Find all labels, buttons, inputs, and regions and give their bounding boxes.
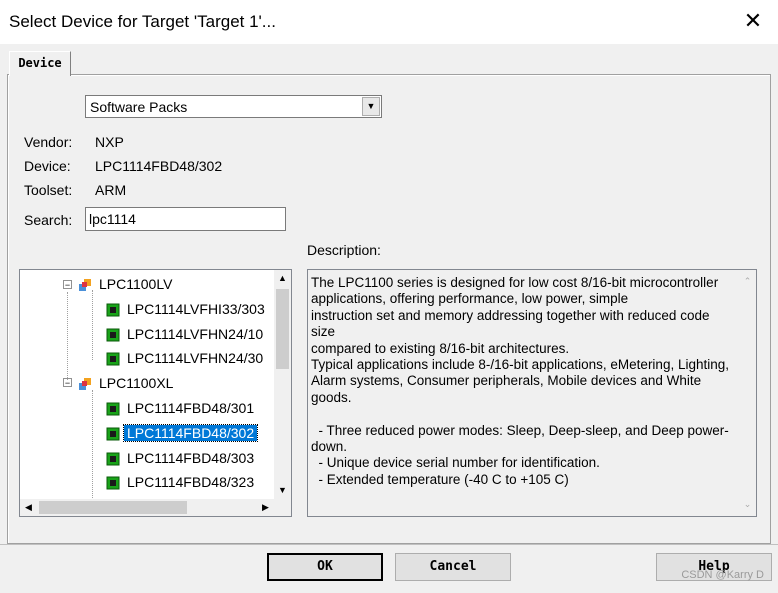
toolset-label: Toolset: bbox=[24, 182, 73, 198]
tree-item[interactable]: LPC1114FBD48/301 bbox=[106, 397, 257, 419]
vendor-value: NXP bbox=[95, 134, 124, 150]
tree-item-label: LPC1114FBD48/323 bbox=[127, 474, 255, 490]
close-icon[interactable]: ✕ bbox=[740, 8, 766, 34]
search-label: Search: bbox=[24, 212, 73, 228]
scroll-up-icon[interactable]: ▲ bbox=[274, 270, 291, 287]
tree-item-label: LPC1114LVFHI33/303 bbox=[127, 301, 265, 317]
chip-icon bbox=[106, 328, 120, 342]
tree-item[interactable]: LPC1114LVFHI33/303 bbox=[106, 298, 268, 320]
watermark: CSDN @Karry D bbox=[681, 569, 764, 581]
collapse-icon[interactable]: − bbox=[63, 280, 72, 290]
search-input[interactable]: lpc1114 bbox=[85, 207, 286, 231]
tree-line bbox=[92, 390, 94, 500]
chip-icon bbox=[106, 352, 120, 366]
description-scrollbar[interactable]: ⌃ ⌄ bbox=[739, 270, 756, 516]
device-family-icon bbox=[79, 279, 91, 292]
tree-vertical-scrollbar[interactable]: ▲ ▼ bbox=[274, 270, 291, 499]
tree-item[interactable]: LPC1114FBD48/303 bbox=[106, 447, 257, 469]
tree-item-label: LPC1114FBD48/302 bbox=[122, 424, 259, 442]
device-tree[interactable]: − LPC1100LV LPC1114LVFHI33/303 LPC1114LV… bbox=[19, 269, 292, 517]
divider bbox=[0, 544, 778, 545]
scroll-down-icon[interactable]: ▼ bbox=[274, 482, 291, 499]
chip-icon bbox=[106, 476, 120, 490]
tree-line bbox=[67, 292, 69, 380]
chevron-up-icon[interactable]: ⌃ bbox=[739, 273, 756, 290]
tree-group-label: LPC1100XL bbox=[99, 375, 174, 391]
device-family-icon bbox=[79, 378, 91, 391]
title-bar: Select Device for Target 'Target 1'... ✕ bbox=[0, 0, 778, 44]
device-value: LPC1114FBD48/302 bbox=[95, 158, 223, 174]
tree-item[interactable]: LPC1114FBD48/323 bbox=[106, 471, 257, 493]
tree-item[interactable]: LPC1114LVFHN24/10 bbox=[106, 323, 266, 345]
tree-item[interactable]: LPC1114LVFHN24/30 bbox=[106, 347, 266, 369]
description-text: The LPC1100 series is designed for low c… bbox=[311, 275, 729, 487]
chevron-down-icon[interactable]: ▼ bbox=[362, 97, 380, 116]
tree-horizontal-scrollbar[interactable]: ◀ ▶ bbox=[20, 499, 274, 516]
tree-group-label: LPC1100LV bbox=[99, 276, 173, 292]
chip-icon bbox=[106, 452, 120, 466]
pack-select-value: Software Packs bbox=[90, 99, 188, 115]
chip-icon bbox=[106, 303, 120, 317]
scroll-corner bbox=[274, 499, 291, 516]
scroll-thumb[interactable] bbox=[276, 289, 289, 369]
tree-item-label: LPC1114FBD48/303 bbox=[127, 450, 255, 466]
pack-select[interactable]: Software Packs ▼ bbox=[85, 95, 382, 118]
toolset-value: ARM bbox=[95, 182, 127, 198]
cancel-button[interactable]: Cancel bbox=[395, 553, 511, 581]
chevron-down-icon[interactable]: ⌄ bbox=[739, 496, 756, 513]
scroll-thumb[interactable] bbox=[39, 501, 187, 514]
scroll-left-icon[interactable]: ◀ bbox=[20, 499, 37, 516]
description-label: Description: bbox=[307, 242, 381, 258]
device-label: Device: bbox=[24, 158, 71, 174]
tree-line bbox=[92, 290, 94, 360]
tree-item-label: LPC1114FBD48/301 bbox=[127, 400, 255, 416]
chip-icon bbox=[106, 402, 120, 416]
tree-item-label: LPC1114LVFHN24/30 bbox=[127, 350, 264, 366]
window-title: Select Device for Target 'Target 1'... bbox=[9, 12, 276, 31]
vendor-label: Vendor: bbox=[24, 134, 73, 150]
ok-button[interactable]: OK bbox=[267, 553, 383, 581]
tab-device[interactable]: Device bbox=[9, 51, 71, 76]
tree-item-label: LPC1114LVFHN24/10 bbox=[127, 326, 264, 342]
description-box[interactable]: The LPC1100 series is designed for low c… bbox=[307, 269, 757, 517]
scroll-right-icon[interactable]: ▶ bbox=[257, 499, 274, 516]
chip-icon bbox=[106, 427, 120, 441]
tree-item-selected[interactable]: LPC1114FBD48/302 bbox=[106, 422, 259, 444]
